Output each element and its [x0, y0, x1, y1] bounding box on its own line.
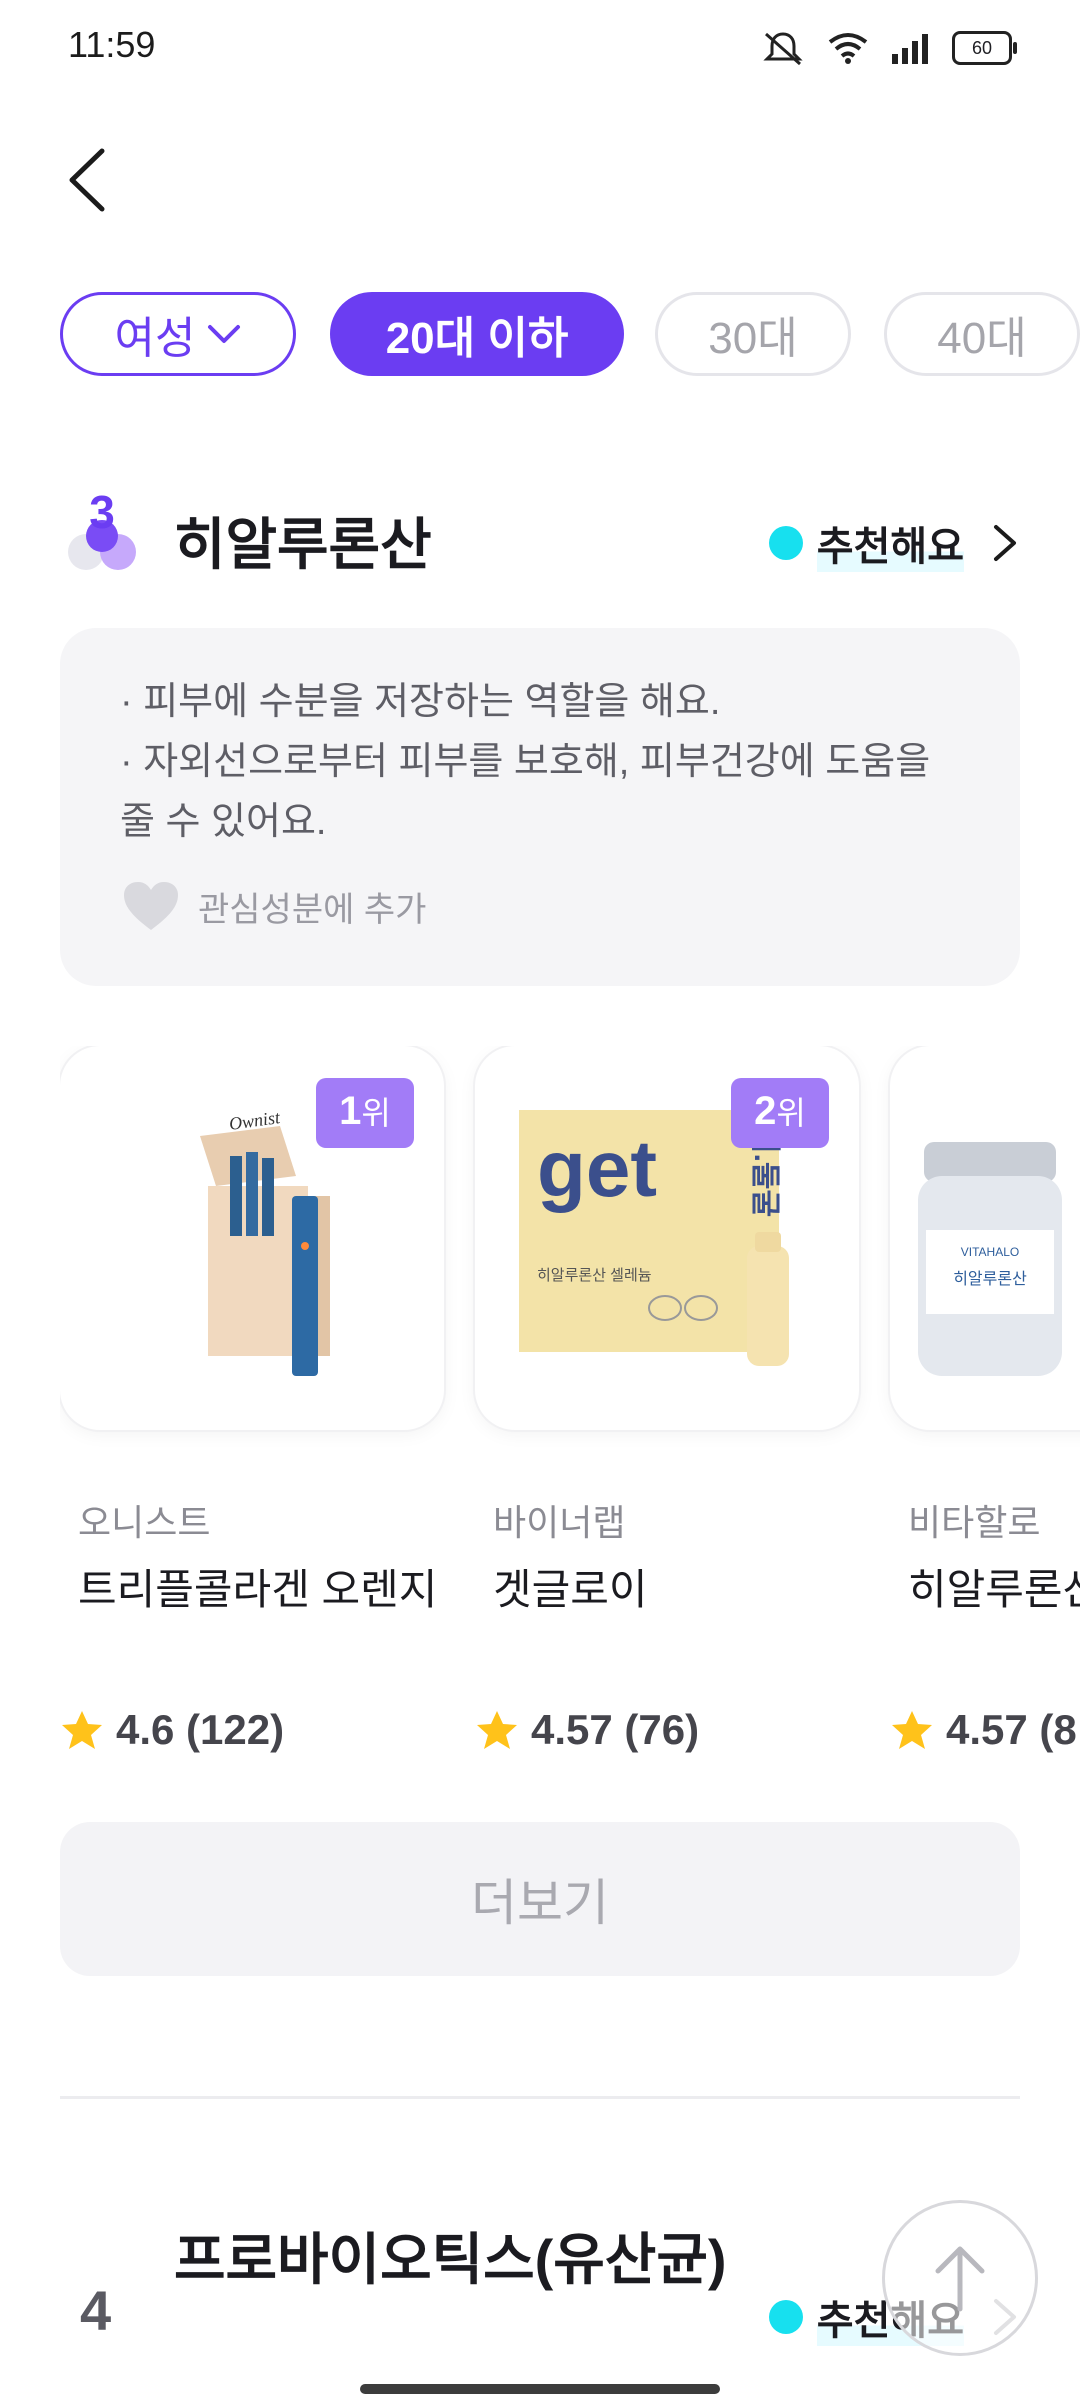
ingredient-title: 히알루론산 — [174, 513, 432, 576]
product-image: Ownist 1 위 — [60, 1046, 444, 1430]
product-rating: 4.57 (8 — [890, 1706, 1077, 1754]
heart-icon — [124, 882, 178, 930]
add-favorite-button[interactable]: 관심성분에 추가 — [122, 880, 426, 932]
rating-text: 4.57 (8 — [946, 1706, 1077, 1753]
scroll-to-top-button[interactable] — [882, 2200, 1038, 2356]
rank-tag: 2 위 — [731, 1078, 829, 1148]
product-card[interactable]: get 히알루론산 셀레늄 이.둘굴 2 위 바이너랩 겟글로이 4.57 (7… — [475, 1046, 859, 1753]
rating-text: 4.57 (76) — [531, 1706, 700, 1753]
product-image-subtext: 히알루론산 — [953, 1270, 1027, 1288]
chevron-down-icon — [208, 325, 241, 343]
rank-badge-icon: 3 — [60, 486, 144, 580]
status-bar: 11:59 60 — [0, 0, 1080, 96]
recommend-label: 추천해요 — [816, 514, 964, 572]
product-image-text: get — [537, 1124, 657, 1213]
description-line: · 피부에 수분을 저장하는 역할을 해요. — [120, 681, 721, 723]
product-brand: 비타할로 — [908, 1502, 1041, 1543]
product-name: 겟글로이 — [493, 1566, 648, 1613]
gender-filter-label: 여성 — [114, 314, 196, 363]
mute-icon — [763, 32, 803, 66]
ingredient-section-header: 4 프로바이오틱스(유산균) 추천해요 — [60, 2218, 1020, 2400]
age-chip-40s[interactable]: 40대 — [884, 292, 1080, 376]
ingredient-section-header: 3 히알루론산 추천해요 — [60, 486, 1020, 590]
chevron-right-icon — [994, 525, 1016, 561]
signal-icon — [892, 34, 928, 64]
rank-tag: 1 위 — [316, 1078, 414, 1148]
star-icon — [62, 1711, 102, 1749]
rank-tag-number: 1 — [339, 1089, 362, 1133]
home-indicator[interactable] — [360, 2384, 720, 2394]
star-icon — [892, 1711, 932, 1749]
product-rating: 4.57 (76) — [475, 1706, 699, 1754]
age-chip-20-under[interactable]: 20대 이하 — [330, 292, 624, 376]
recommend-dot-icon — [768, 2300, 803, 2334]
section-divider — [60, 2096, 1020, 2099]
status-icons: 60 — [760, 28, 1017, 68]
chevron-left-icon — [69, 148, 105, 212]
battery-icon: 60 — [952, 31, 1017, 65]
age-chip-30s[interactable]: 30대 — [655, 292, 851, 376]
wifi-icon — [828, 33, 868, 64]
product-carousel: Ownist 1 위 오니스트 트리플콜라겐 오렌지 4.6 (122) get… — [60, 1046, 1080, 1766]
product-image-subtext: 히알루론산 셀레늄 — [537, 1267, 652, 1284]
description-line: 줄 수 있어요. — [120, 801, 327, 843]
description-line: · 자외선으로부터 피부를 보호해, 피부건강에 도움을 — [120, 741, 931, 783]
more-button[interactable]: 더보기 — [60, 1822, 1020, 1976]
rating-text: 4.6 (122) — [116, 1706, 285, 1753]
filter-bar: 여성 20대 이하 30대 40대 — [60, 292, 1080, 380]
ingredient-description-card: · 피부에 수분을 저장하는 역할을 해요. · 자외선으로부터 피부를 보호해… — [60, 628, 1020, 986]
rank-number: 3 — [89, 490, 115, 538]
add-favorite-label: 관심성분에 추가 — [198, 890, 427, 929]
product-rating: 4.6 (122) — [60, 1706, 284, 1754]
rank-tag-unit: 위 — [776, 1095, 806, 1131]
star-icon — [477, 1711, 517, 1749]
product-image-text: VITAHALO — [961, 1245, 1019, 1259]
rank-number: 4 — [80, 2279, 112, 2342]
arrow-up-icon — [935, 2246, 985, 2312]
product-image: get 히알루론산 셀레늄 이.둘굴 2 위 — [475, 1046, 859, 1430]
product-brand: 오니스트 — [78, 1502, 211, 1543]
product-image: VITAHALO 히알루론산 — [890, 1046, 1080, 1430]
rank-tag-unit: 위 — [361, 1095, 391, 1131]
rank-tag-number: 2 — [754, 1089, 777, 1133]
ingredient-title: 프로바이오틱스(유산균) — [174, 2228, 727, 2291]
status-time: 11:59 — [68, 24, 156, 65]
gender-filter-dropdown[interactable]: 여성 — [60, 292, 296, 376]
product-name: 히알루론산 — [908, 1566, 1080, 1613]
back-button[interactable] — [56, 142, 116, 218]
product-name: 트리플콜라겐 오렌지 — [78, 1566, 438, 1613]
recommend-link[interactable]: 추천해요 — [768, 514, 1020, 572]
product-card[interactable]: Ownist 1 위 오니스트 트리플콜라겐 오렌지 4.6 (122) — [60, 1046, 444, 1753]
recommend-dot-icon — [768, 526, 803, 560]
product-brand: 바이너랩 — [493, 1502, 626, 1543]
product-card[interactable]: VITAHALO 히알루론산 비타할로 히알루론산 4.57 (8 — [890, 1046, 1080, 1753]
